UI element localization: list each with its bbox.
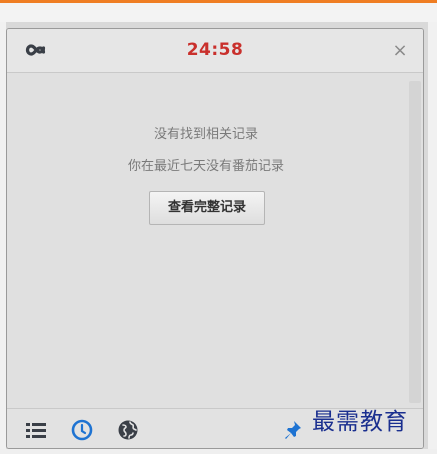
pin-icon[interactable] [281,419,303,441]
vertical-scrollbar[interactable] [409,81,421,403]
close-icon[interactable]: × [391,42,409,60]
top-window-strip [0,0,437,22]
no-records-message: 没有找到相关记录 [153,127,258,142]
pomodoro-widget: 24:58 × 没有找到相关记录 你在最近七天没有番茄记录 查看完整记录 [6,28,424,449]
timer-display: 24:58 [186,40,244,60]
watermark-logo: 最需教育 [312,409,408,435]
no-recent-records-message: 你在最近七天没有番茄记录 [127,159,284,174]
right-background-strip [428,22,437,454]
globe-icon[interactable] [117,419,139,441]
clock-icon[interactable] [71,419,93,441]
bottom-window-edge [0,449,437,454]
view-full-history-button[interactable]: 查看完整记录 [149,191,265,225]
list-icon[interactable] [25,419,47,441]
widget-header: 24:58 × [7,29,423,73]
records-panel: 没有找到相关记录 你在最近七天没有番茄记录 查看完整记录 [7,73,405,408]
